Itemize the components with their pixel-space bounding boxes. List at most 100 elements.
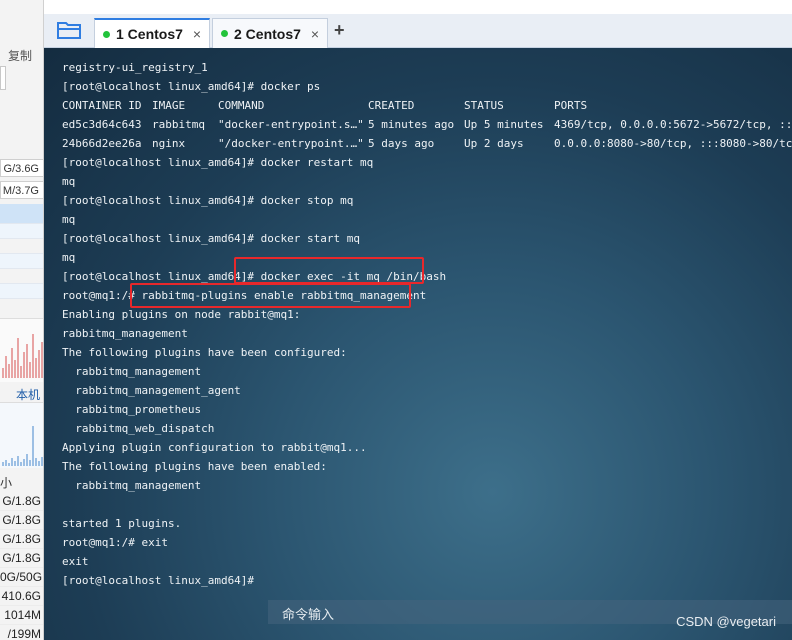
disk-size-list: G/1.8G G/1.8G G/1.8G G/1.8G 0G/50G 410.6… (0, 492, 43, 640)
cell-status: Up 5 minutes (464, 118, 544, 131)
activity-bar (26, 344, 28, 378)
process-row[interactable] (0, 284, 43, 299)
col-image: IMAGE (152, 99, 186, 112)
connected-status-icon (221, 30, 228, 37)
cell-container-id: ed5c3d64c643 (62, 118, 142, 131)
terminal-line: mq (62, 213, 76, 226)
process-row[interactable] (0, 269, 43, 284)
terminal-line: The following plugins have been configur… (62, 346, 347, 359)
terminal-output[interactable]: registry-ui_registry_1 [root@localhost l… (44, 48, 792, 640)
copy-label[interactable]: 复制 (8, 47, 32, 64)
cell-ports: 0.0.0.0:8080->80/tcp, :::8080->80/tcp (554, 137, 792, 150)
tab-label: 1 Centos7 (116, 26, 183, 42)
activity-bar (8, 463, 10, 466)
terminal-line: exit (62, 555, 89, 568)
close-icon[interactable]: × (311, 26, 319, 42)
disk-activity-graph (0, 402, 43, 468)
docker-ps-row: ed5c3d64c643 rabbitmq "docker-entrypoint… (62, 115, 792, 134)
activity-bar (20, 462, 22, 466)
activity-bar (23, 352, 25, 378)
terminal-line: [root@localhost linux_amd64]# docker res… (62, 156, 374, 169)
col-container-id: CONTAINER ID (62, 99, 142, 112)
disk-size-value: G/1.8G (0, 492, 43, 511)
activity-bar (5, 460, 7, 466)
activity-bar (26, 454, 28, 466)
disk-size-value: G/1.8G (0, 511, 43, 530)
terminal-line: rabbitmq_web_dispatch (62, 422, 215, 435)
activity-bar (23, 459, 25, 466)
cell-created: 5 days ago (368, 137, 435, 150)
activity-bar (32, 334, 34, 378)
local-label: 本机 (15, 388, 40, 402)
disk-size-value: G/1.8G (0, 530, 43, 549)
terminal-line: [root@localhost linux_amd64]# (62, 574, 255, 587)
activity-bar (32, 426, 34, 466)
terminal-line: rabbitmq_management (62, 327, 188, 340)
watermark: CSDN @vegetari (676, 614, 776, 629)
terminal-line: mq (62, 175, 76, 188)
command-input-label: 命令输入 (282, 607, 335, 622)
cell-command: "docker-entrypoint.s…" (218, 118, 364, 131)
tab-session-1[interactable]: 1 Centos7 × (94, 18, 210, 48)
terminal-line: root@mq1:/# exit (62, 536, 168, 549)
terminal-line: started 1 plugins. (62, 517, 182, 530)
activity-bar (14, 461, 16, 466)
activity-bar (5, 356, 7, 378)
terminal-line: [root@localhost linux_amd64]# docker sto… (62, 194, 354, 207)
process-list (0, 204, 43, 299)
cell-created: 5 minutes ago (368, 118, 455, 131)
activity-bar (2, 462, 4, 466)
session-tab-bar: 1 Centos7 × 2 Centos7 × + (44, 14, 792, 48)
folder-icon[interactable] (57, 20, 81, 40)
activity-bar (11, 348, 13, 378)
terminal-line: rabbitmq_management (62, 479, 202, 492)
activity-bar (2, 368, 4, 378)
cell-status: Up 2 days (464, 137, 524, 150)
memory-usage-1: G/3.6G (0, 159, 43, 177)
activity-bar (20, 366, 22, 378)
process-row[interactable] (0, 224, 43, 239)
terminal-line: The following plugins have been enabled: (62, 460, 327, 473)
activity-bar (11, 458, 13, 466)
terminal-line: rabbitmq_management (62, 365, 202, 378)
network-activity-graph (0, 318, 43, 382)
terminal-line: rabbitmq_prometheus (62, 403, 202, 416)
add-tab-button[interactable]: + (334, 20, 345, 41)
memory-usage-2: M/3.7G (0, 181, 43, 199)
tab-label: 2 Centos7 (234, 25, 301, 42)
activity-bar (17, 338, 19, 378)
cell-container-id: 24b66d2ee26a (62, 137, 142, 150)
col-status: STATUS (464, 99, 504, 112)
disk-size-value: 1014M (0, 606, 43, 625)
disk-size-value: 0G/50G (0, 568, 43, 587)
highlight-plugin-enable (130, 283, 411, 308)
activity-bar (41, 457, 43, 466)
process-row[interactable] (0, 239, 43, 254)
disk-size-value: /199M (0, 625, 43, 640)
process-row[interactable] (0, 204, 43, 224)
process-row[interactable] (0, 254, 43, 269)
terminal-line: registry-ui_registry_1 (62, 61, 208, 74)
activity-bar (8, 364, 10, 378)
col-command: COMMAND (218, 99, 265, 112)
panel-input-edge[interactable] (0, 66, 6, 90)
left-side-panel: 复制 G/3.6G M/3.7G 本机 小 G/1.8G G/1.8G G/1.… (0, 0, 44, 640)
cell-ports: 4369/tcp, 0.0.0.0:5672->5672/tcp, :::567 (554, 118, 792, 131)
disk-size-value: 410.6G (0, 587, 43, 606)
terminal-line: [root@localhost linux_amd64]# docker sta… (62, 232, 361, 245)
activity-bar (41, 342, 43, 378)
activity-bar (38, 350, 40, 378)
close-icon[interactable]: × (193, 26, 201, 42)
cell-image: rabbitmq (152, 118, 205, 131)
disk-size-value: G/1.8G (0, 549, 43, 568)
activity-bar (38, 461, 40, 466)
tab-session-2[interactable]: 2 Centos7 × (212, 18, 328, 48)
cell-image: nginx (152, 137, 186, 150)
cell-command: "/docker-entrypoint.…" (218, 137, 364, 150)
activity-bar (35, 358, 37, 378)
terminal-line: rabbitmq_management_agent (62, 384, 241, 397)
connected-status-icon (103, 30, 110, 38)
col-created: CREATED (368, 99, 415, 112)
docker-ps-header: CONTAINER ID IMAGE COMMAND CREATED STATU… (62, 96, 587, 115)
